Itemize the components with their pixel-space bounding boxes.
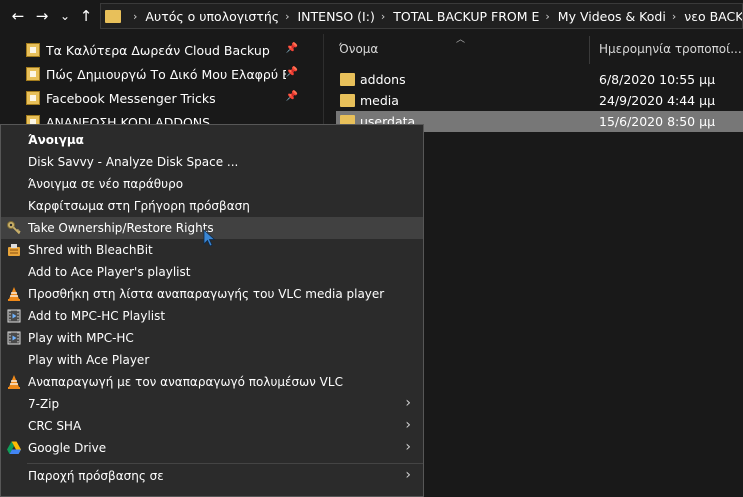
- column-header-name[interactable]: Όνομα: [339, 42, 378, 56]
- address-bar[interactable]: › Αυτός ο υπολογιστής › INTENSO (I:) › TOTA…: [100, 3, 743, 29]
- mpc-icon: [7, 309, 21, 323]
- quick-access-item[interactable]: Πώς Δημιουργώ Το Δικό Μου Ελαφρύ Build 📌: [26, 63, 306, 85]
- folder-icon: [105, 9, 121, 23]
- google-drive-icon: [7, 441, 21, 454]
- file-row[interactable]: media 24/9/2020 4:44 μμ: [336, 90, 743, 111]
- chevron-right-icon: ›: [405, 439, 411, 455]
- menu-item-vlc-playlist[interactable]: Προσθήκη στη λίστα αναπαραγωγής του VLC …: [1, 283, 423, 305]
- breadcrumb-total-backup[interactable]: › TOTAL BACKUP FROM E: [375, 9, 540, 24]
- folder-icon: [26, 67, 40, 81]
- file-name: media: [360, 93, 399, 108]
- file-date: 15/6/2020 8:50 μμ: [599, 114, 716, 129]
- vlc-icon: [8, 287, 20, 301]
- up-arrow-icon: ↑: [79, 7, 93, 25]
- quick-access-item[interactable]: Τα Καλύτερα Δωρεάν Cloud Backup 📌: [26, 39, 306, 61]
- menu-item-play-ace[interactable]: Play with Ace Player: [1, 349, 423, 371]
- menu-item-vlc-play[interactable]: Αναπαραγωγή με τον αναπαραγωγό πολυμέσων…: [1, 371, 423, 393]
- chevron-right-icon: ›: [285, 9, 290, 23]
- menu-item-pin-quick-access[interactable]: Καρφίτσωμα στη Γρήγορη πρόσβαση: [1, 195, 423, 217]
- menu-item-play-mpc[interactable]: Play with MPC-HC: [1, 327, 423, 349]
- chevron-right-icon: ›: [405, 395, 411, 411]
- quick-access-item[interactable]: Facebook Messenger Tricks 📌: [26, 87, 306, 109]
- file-list-header: ︿ Όνομα Ημερομηνία τροποποί...: [336, 34, 743, 64]
- breadcrumb-my-videos-kodi[interactable]: › My Videos & Kodi: [539, 9, 665, 24]
- chevron-right-icon: ›: [671, 9, 677, 23]
- folder-icon: [340, 94, 355, 107]
- sort-ascending-icon: ︿: [456, 35, 466, 45]
- menu-item-google-drive[interactable]: Google Drive ›: [1, 437, 423, 459]
- folder-icon: [26, 91, 40, 105]
- forward-arrow-icon: →: [35, 7, 49, 25]
- file-row[interactable]: addons 6/8/2020 10:55 μμ: [336, 69, 743, 90]
- back-button[interactable]: ←: [8, 5, 28, 27]
- chevron-right-icon: ›: [380, 9, 386, 23]
- key-icon: [7, 221, 21, 235]
- menu-item-give-access[interactable]: Παροχή πρόσβασης σε ›: [1, 465, 423, 487]
- file-name: addons: [360, 72, 406, 87]
- pin-icon: 📌: [285, 91, 298, 102]
- menu-separator: [27, 463, 423, 464]
- folder-icon: [26, 43, 40, 57]
- menu-item-ace-playlist[interactable]: Add to Ace Player's playlist: [1, 261, 423, 283]
- menu-item-mpc-playlist[interactable]: Add to MPC-HC Playlist: [1, 305, 423, 327]
- chevron-right-icon: ›: [405, 467, 411, 483]
- recent-locations-button[interactable]: ⌄: [58, 5, 72, 27]
- menu-item-open-new-window[interactable]: Άνοιγμα σε νέο παράθυρο: [1, 173, 423, 195]
- up-button[interactable]: ↑: [76, 5, 96, 27]
- file-date: 6/8/2020 10:55 μμ: [599, 72, 716, 87]
- forward-button[interactable]: →: [32, 5, 52, 27]
- menu-item-disk-savvy[interactable]: Disk Savvy - Analyze Disk Space ...: [1, 151, 423, 173]
- menu-item-open[interactable]: Άνοιγμα: [1, 129, 423, 151]
- chevron-right-icon: ›: [405, 417, 411, 433]
- pin-icon: 📌: [285, 43, 298, 54]
- column-resize-handle[interactable]: [589, 36, 590, 64]
- navigation-pane: Τα Καλύτερα Δωρεάν Cloud Backup 📌 Πώς Δη…: [0, 34, 322, 124]
- breadcrumb-neo-backup-kodi[interactable]: ›νεο BACKUP Kodi: [666, 9, 742, 24]
- chevron-down-icon: ⌄: [59, 9, 71, 23]
- quick-access-item[interactable]: ΑΝΑΝΕΩΣΗ KODI ADDONS: [26, 111, 306, 124]
- menu-item-crc-sha[interactable]: CRC SHA ›: [1, 415, 423, 437]
- back-arrow-icon: ←: [11, 7, 25, 25]
- mpc-icon: [7, 331, 21, 345]
- chevron-right-icon: ›: [545, 9, 550, 23]
- mouse-cursor-icon: [203, 229, 216, 247]
- pin-icon: 📌: [285, 67, 298, 78]
- navigation-bar: ← → ⌄ ↑ › Αυτός ο υπολογιστής › INTENSO (I…: [0, 0, 743, 34]
- breadcrumb-this-pc[interactable]: › Αυτός ο υπολογιστής: [127, 9, 279, 24]
- bleachbit-icon: [8, 244, 20, 256]
- column-header-date[interactable]: Ημερομηνία τροποποί...: [599, 42, 742, 56]
- vlc-icon: [8, 375, 20, 389]
- menu-item-7zip[interactable]: 7-Zip ›: [1, 393, 423, 415]
- folder-icon: [26, 115, 40, 124]
- file-date: 24/9/2020 4:44 μμ: [599, 93, 716, 108]
- breadcrumb-intenso[interactable]: › INTENSO (I:): [279, 9, 375, 24]
- folder-icon: [340, 73, 355, 86]
- context-menu: Άνοιγμα Disk Savvy - Analyze Disk Space …: [0, 124, 424, 497]
- chevron-right-icon: ›: [133, 9, 138, 23]
